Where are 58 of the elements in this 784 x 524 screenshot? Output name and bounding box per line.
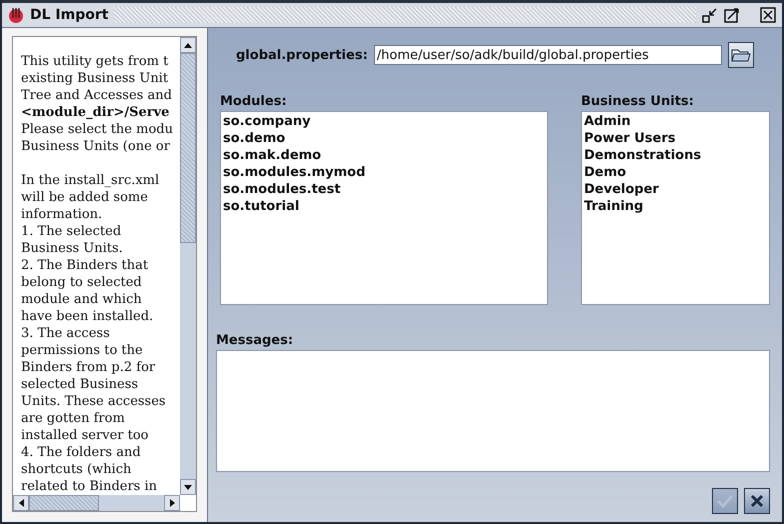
help-text-line: Tree and Accesses and — [21, 87, 173, 104]
help-text-line: 3. The access — [21, 325, 111, 342]
horizontal-scrollbar[interactable] — [13, 495, 180, 511]
module-item[interactable]: so.mak.demo — [223, 147, 545, 164]
help-text-line: <module_dir>/Serve — [21, 104, 170, 121]
help-text-line: Please select the modu — [21, 121, 174, 138]
help-text-line: installed server too — [21, 427, 150, 444]
business-unit-item[interactable]: Admin — [584, 113, 767, 130]
help-text-line: 2. The Binders that — [21, 257, 150, 274]
module-item[interactable]: so.demo — [223, 130, 545, 147]
modules-label: Modules: — [220, 94, 288, 109]
file-label: global.properties: — [236, 48, 368, 62]
business-unit-item[interactable]: Power Users — [584, 130, 767, 147]
up-arrow-icon[interactable] — [184, 42, 192, 48]
browse-button[interactable] — [728, 42, 754, 68]
help-text-line: are gotten from — [21, 410, 126, 427]
module-item[interactable]: so.company — [223, 113, 545, 130]
help-text-line: have been installed. — [21, 308, 154, 325]
help-text-line: 4. The folders and — [21, 444, 142, 461]
right-arrow-icon[interactable] — [170, 499, 174, 507]
help-text-line: In the install_src.xml — [21, 172, 160, 189]
folder-icon — [730, 48, 751, 62]
module-item[interactable]: so.modules.mymod — [223, 164, 545, 181]
help-text-line: information. — [21, 206, 104, 223]
help-text-line: belong to selected — [21, 274, 143, 291]
left-arrow-icon[interactable] — [18, 499, 24, 507]
business-unit-item[interactable]: Demo — [584, 164, 767, 181]
help-text-line: Binders from p.2 for — [21, 359, 156, 376]
help-text-line: This utility gets from t — [21, 53, 170, 70]
help-text-line: Business Units (one or — [21, 138, 171, 155]
minimize-icon[interactable] — [702, 7, 718, 23]
cancel-button[interactable] — [744, 488, 770, 514]
business-unit-item[interactable]: Developer — [584, 181, 767, 198]
maximize-icon[interactable] — [724, 7, 740, 23]
path-field[interactable]: /home/user/so/adk/build/global.properties — [374, 45, 722, 65]
help-text-line: 1. The selected — [21, 223, 122, 240]
app-icon — [8, 6, 24, 24]
business-unit-item[interactable]: Demonstrations — [584, 147, 767, 164]
help-text-line: Units. These accesses — [21, 393, 167, 410]
module-item[interactable]: so.tutorial — [223, 198, 545, 215]
help-text-line: related to Binders in — [21, 478, 158, 495]
help-text-line: will be added some — [21, 189, 149, 206]
help-text-line: selected Business — [21, 376, 140, 393]
business-units-label: Business Units: — [581, 94, 695, 109]
window-title: DL Import — [30, 7, 108, 23]
help-text-line: existing Business Unit — [21, 70, 170, 87]
help-text-line: module and which — [21, 291, 143, 308]
close-icon[interactable] — [760, 7, 776, 23]
close-icon — [750, 494, 764, 508]
help-text-line: Business Units. — [21, 240, 124, 257]
down-arrow-icon[interactable] — [184, 484, 192, 490]
help-text-line: shortcuts (which — [21, 461, 132, 478]
messages-label: Messages: — [216, 333, 294, 348]
module-item[interactable]: so.modules.test — [223, 181, 545, 198]
help-text-line: permissions to the — [21, 342, 144, 359]
vertical-scrollbar[interactable] — [180, 37, 196, 495]
business-unit-item[interactable]: Training — [584, 198, 767, 215]
check-icon — [716, 494, 734, 508]
